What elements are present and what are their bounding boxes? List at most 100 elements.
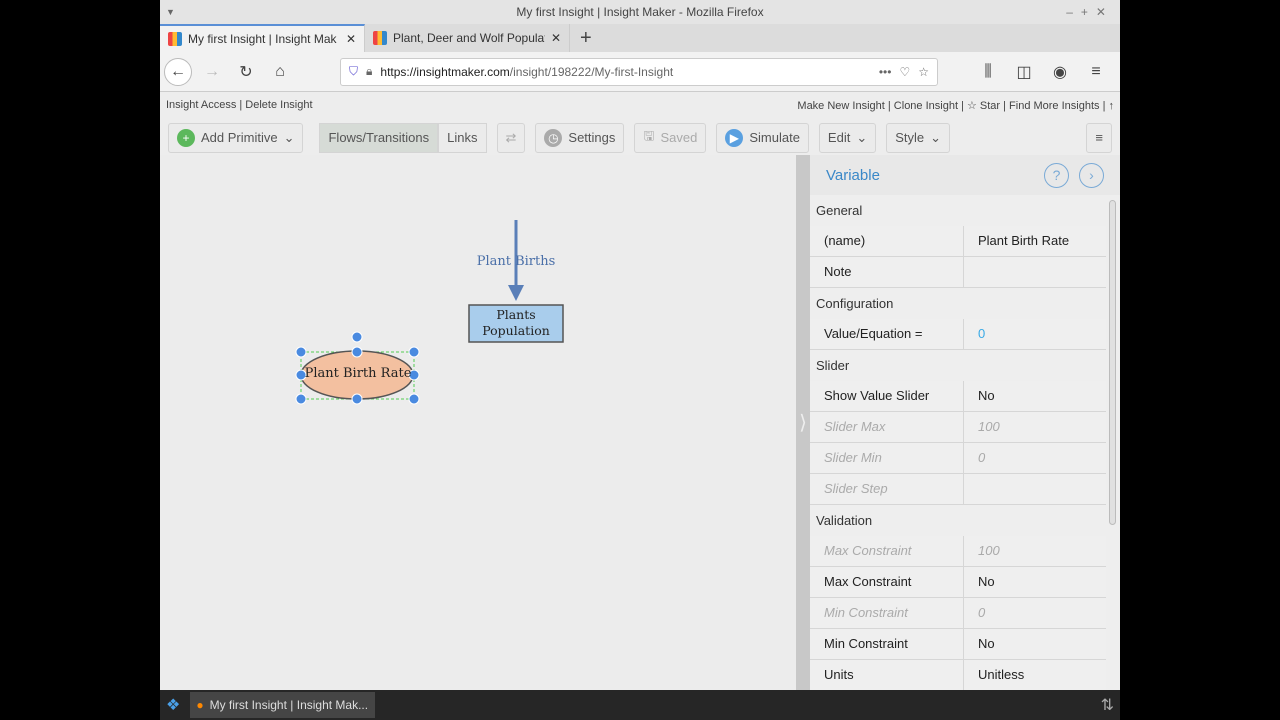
sidebar-icon[interactable]: ◫ — [1010, 58, 1038, 86]
variable-label[interactable]: Plant Birth Rate — [296, 366, 420, 381]
property-key: Value/Equation = — [810, 319, 964, 349]
shield-icon[interactable]: ⛉ — [349, 64, 358, 79]
menu-icon[interactable]: ≡ — [1082, 58, 1110, 86]
property-value[interactable]: Plant Birth Rate — [964, 226, 1069, 256]
tab-label: My first Insight | Insight Mak — [188, 32, 337, 46]
tab-strip: My first Insight | Insight Mak ✕ Plant, D… — [160, 24, 1120, 52]
window-menu-icon[interactable]: ▼ — [166, 0, 175, 24]
lock-icon[interactable]: 🔒︎ — [366, 64, 372, 79]
save-icon: 🖫 — [643, 127, 655, 143]
nav-bar: ← → ↻ ⌂ ⛉ 🔒︎ https://insightmaker.com/in… — [160, 52, 1120, 92]
property-row[interactable]: Slider Max 100 — [810, 412, 1106, 443]
links-button[interactable]: Links — [438, 122, 487, 153]
taskbar-task-firefox[interactable]: ● My first Insight | Insight Mak... — [190, 692, 376, 718]
task-label: My first Insight | Insight Mak... — [209, 698, 369, 712]
account-icon[interactable]: ◉ — [1046, 58, 1074, 86]
add-primitive-button[interactable]: + Add Primitive ⌄ — [168, 122, 304, 153]
style-menu-button[interactable]: Style ⌄ — [886, 122, 951, 153]
right-links[interactable]: Make New Insight | Clone Insight | ☆ Sta… — [797, 99, 1114, 112]
property-value[interactable] — [964, 474, 978, 504]
property-row[interactable]: Show Value Slider No — [810, 381, 1106, 412]
url-host: https://insightmaker.com — [380, 64, 510, 79]
saved-button[interactable]: 🖫 Saved — [634, 122, 707, 153]
chevron-down-icon: ⌄ — [930, 129, 942, 145]
tab-my-first-insight[interactable]: My first Insight | Insight Mak ✕ — [160, 24, 365, 52]
pocket-icon[interactable]: ♡ — [899, 65, 910, 79]
label: Add Primitive — [201, 130, 278, 145]
property-value[interactable]: No — [964, 629, 995, 659]
window-controls[interactable]: –+✕ — [1066, 0, 1114, 24]
close-tab-icon[interactable]: ✕ — [551, 31, 561, 45]
property-value[interactable]: Unitless — [964, 660, 1024, 690]
start-menu-icon[interactable]: ❖ — [166, 695, 180, 715]
property-value[interactable]: 0 — [964, 319, 985, 349]
firefox-icon: ● — [196, 698, 204, 712]
property-row[interactable]: Min Constraint 0 — [810, 598, 1106, 629]
label: Settings — [568, 130, 616, 145]
play-icon: ▶ — [725, 128, 744, 147]
simulate-button[interactable]: ▶ Simulate — [716, 122, 809, 153]
plus-icon: + — [177, 128, 195, 147]
label: Simulate — [749, 130, 800, 145]
property-value[interactable]: 0 — [964, 443, 985, 473]
property-row[interactable]: Value/Equation = 0 — [810, 319, 1106, 350]
title-bar: ▼ My first Insight | Insight Maker - Moz… — [160, 0, 1120, 24]
close-tab-icon[interactable]: ✕ — [346, 32, 356, 46]
reload-button[interactable]: ↻ — [232, 58, 260, 86]
label: Saved — [660, 130, 698, 145]
label: Links — [447, 130, 478, 145]
property-value[interactable]: 0 — [964, 598, 985, 628]
favicon-icon — [168, 32, 182, 46]
property-key: Note — [810, 257, 964, 287]
panel-splitter[interactable]: ⟩ — [796, 155, 810, 690]
scrollbar[interactable] — [1109, 200, 1116, 525]
model-canvas[interactable]: Plant Births Plants Population Plant Bir… — [160, 155, 796, 690]
network-icon[interactable]: ⇅ — [1101, 695, 1114, 715]
property-row[interactable]: Min Constraint No — [810, 629, 1106, 660]
stock-label[interactable]: Plants Population — [478, 307, 554, 339]
property-key: Slider Min — [810, 443, 964, 473]
property-group-header: General — [816, 203, 863, 218]
flows-transitions-button[interactable]: Flows/Transitions — [319, 122, 439, 153]
window-title: My first Insight | Insight Maker - Mozil… — [516, 5, 764, 19]
star-icon[interactable]: ☆ — [918, 65, 929, 79]
property-key: Max Constraint — [810, 536, 964, 566]
settings-button[interactable]: ◷ Settings — [535, 122, 625, 153]
property-value[interactable]: 100 — [964, 412, 1000, 442]
tab-label: Plant, Deer and Wolf Populat — [393, 31, 545, 45]
property-row[interactable]: Max Constraint No — [810, 567, 1106, 598]
property-value[interactable]: No — [964, 381, 995, 411]
properties-panel: Variable? › General (name) Plant Birth Rate… — [810, 155, 1120, 690]
more-icon[interactable]: ••• — [879, 65, 892, 79]
back-button[interactable]: ← — [164, 57, 192, 86]
collapse-panel-icon[interactable]: › — [1079, 162, 1104, 188]
property-row[interactable]: Note — [810, 257, 1106, 288]
property-key: Units — [810, 660, 964, 690]
firefox-window: ▼ My first Insight | Insight Maker - Moz… — [160, 0, 1120, 720]
swap-icon[interactable]: ⇄ — [496, 122, 526, 153]
tab-plant-deer-wolf[interactable]: Plant, Deer and Wolf Populat ✕ — [365, 24, 570, 52]
library-icon[interactable]: ⫼ — [974, 58, 1002, 86]
property-value[interactable]: 100 — [964, 536, 1000, 566]
left-links[interactable]: Insight Access | Delete Insight — [166, 99, 313, 111]
forward-button[interactable]: → — [198, 58, 226, 86]
help-icon[interactable]: ? — [1044, 162, 1069, 188]
property-value[interactable] — [964, 257, 978, 287]
url-bar[interactable]: ⛉ 🔒︎ https://insightmaker.com/insight/19… — [340, 57, 938, 86]
property-row[interactable]: Max Constraint 100 — [810, 536, 1106, 567]
property-value[interactable]: No — [964, 567, 995, 597]
home-button[interactable]: ⌂ — [266, 58, 294, 86]
new-tab-button[interactable]: + — [570, 24, 602, 52]
property-row[interactable]: Slider Min 0 — [810, 443, 1106, 474]
property-row[interactable]: Units Unitless — [810, 660, 1106, 690]
clock-icon: ◷ — [544, 128, 563, 147]
property-key: Min Constraint — [810, 629, 964, 659]
property-row[interactable]: Slider Step — [810, 474, 1106, 505]
property-key: Slider Max — [810, 412, 964, 442]
edit-menu-button[interactable]: Edit ⌄ — [818, 122, 877, 153]
diagram-svg — [295, 220, 564, 405]
property-key: (name) — [810, 226, 964, 256]
property-row[interactable]: (name) Plant Birth Rate — [810, 226, 1106, 257]
flow-label[interactable]: Plant Births — [466, 254, 566, 269]
hamburger-menu-icon[interactable]: ≡ — [1086, 122, 1112, 153]
